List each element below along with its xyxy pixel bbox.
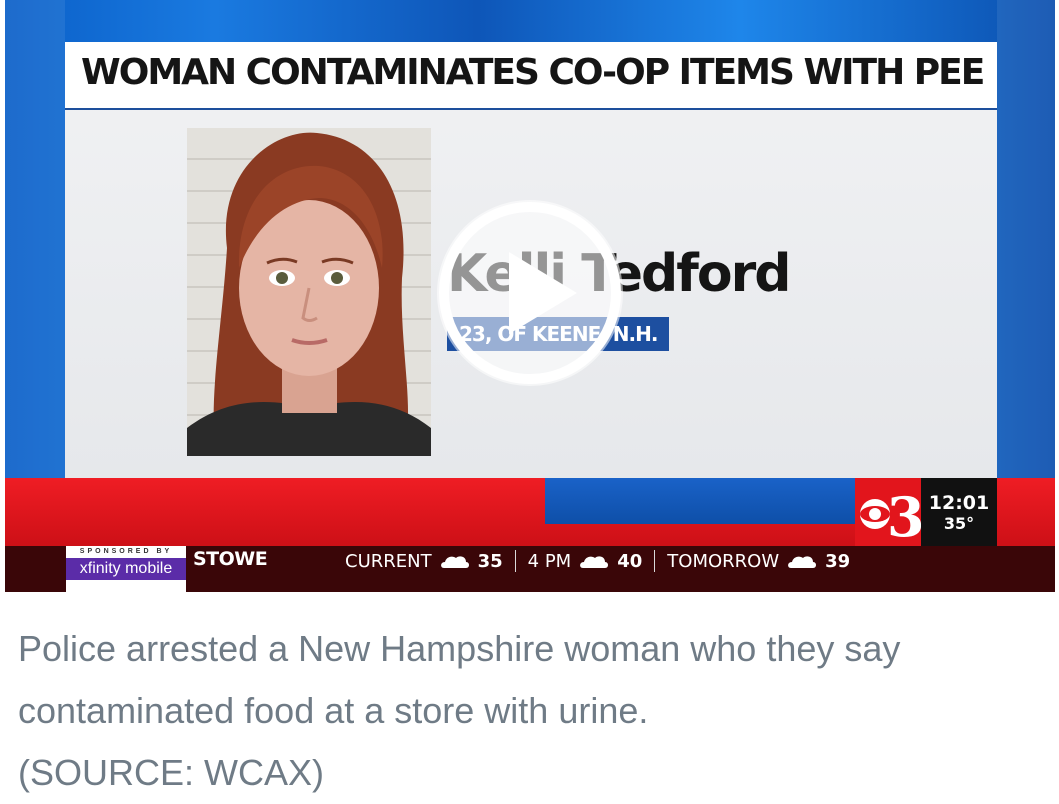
sponsor-label: SPONSORED BY bbox=[79, 548, 173, 555]
current-temperature: 35° bbox=[943, 514, 975, 533]
time-temp-box: 12:01 35° bbox=[921, 478, 997, 546]
svg-text:3: 3 bbox=[887, 485, 921, 546]
background-stripe bbox=[997, 0, 1055, 478]
weather-temp: 39 bbox=[825, 550, 851, 572]
weather-temp: 40 bbox=[617, 550, 643, 572]
cloud-icon bbox=[580, 556, 609, 568]
weather-temp: 35 bbox=[477, 550, 503, 572]
cbs-eye-icon: 3 bbox=[860, 485, 921, 546]
image-caption: Police arrested a New Hampshire woman wh… bbox=[18, 618, 1038, 804]
mugshot-illustration bbox=[187, 132, 431, 456]
mugshot-photo bbox=[187, 128, 431, 456]
headline-bar: WOMAN CONTAMINATES CO-OP ITEMS WITH PEE bbox=[65, 42, 997, 110]
weather-label: 4 PM bbox=[527, 550, 572, 572]
background-stripe bbox=[5, 0, 65, 478]
weather-label: CURRENT bbox=[345, 550, 432, 572]
sponsor-box: SPONSORED BY xfinity mobile bbox=[66, 546, 186, 592]
caption-text: Police arrested a New Hampshire woman wh… bbox=[18, 628, 901, 731]
play-button[interactable] bbox=[437, 200, 623, 386]
news-video-player[interactable]: WOMAN CONTAMINATES CO-OP ITEMS WITH PEE bbox=[5, 0, 1055, 592]
weather-tomorrow: TOMORROW 39 bbox=[667, 551, 850, 572]
clock-time: 12:01 bbox=[928, 492, 990, 514]
divider bbox=[654, 550, 656, 572]
weather-location: STOWE bbox=[193, 548, 268, 570]
xfinity-mobile-logo: xfinity mobile bbox=[66, 558, 186, 580]
cloud-icon bbox=[788, 556, 817, 568]
weather-forecast: CURRENT 35 4 PM 40 TOMORROW 39 bbox=[345, 548, 850, 574]
caption-source: (SOURCE: WCAX) bbox=[18, 752, 324, 793]
lower-third-blue-block bbox=[545, 478, 855, 524]
weather-label: TOMORROW bbox=[667, 550, 780, 572]
cloud-icon bbox=[440, 556, 469, 568]
play-icon bbox=[439, 202, 621, 384]
channel-3-logo: 3 bbox=[855, 478, 921, 546]
weather-4pm: 4 PM 40 bbox=[528, 551, 643, 572]
weather-current: CURRENT 35 bbox=[345, 551, 503, 572]
divider bbox=[514, 550, 516, 572]
headline-text: WOMAN CONTAMINATES CO-OP ITEMS WITH PEE bbox=[81, 52, 985, 93]
